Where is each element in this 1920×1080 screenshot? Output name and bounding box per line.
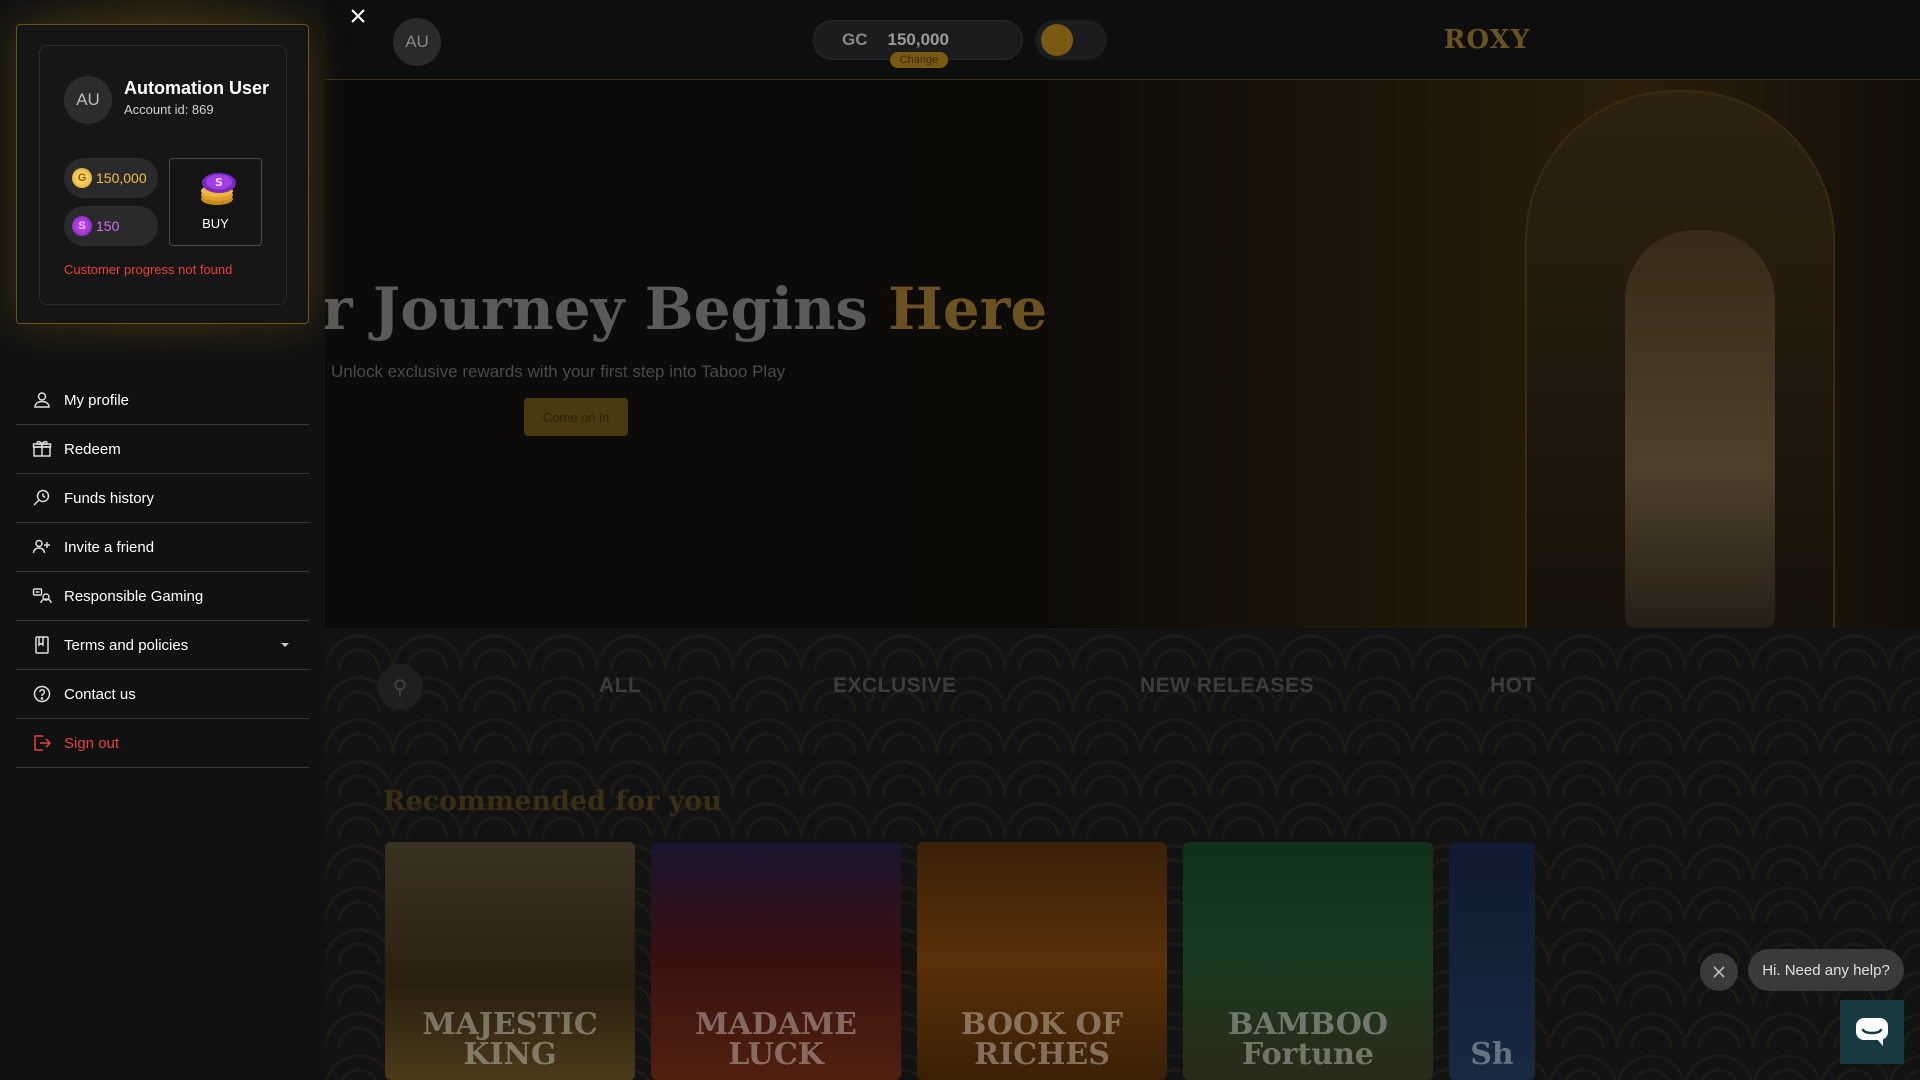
chat-launcher-button[interactable] <box>1840 1000 1904 1064</box>
progress-error-message: Customer progress not found <box>64 262 233 277</box>
menu-item-label: My profile <box>64 391 130 409</box>
come-on-in-button[interactable]: Come on in <box>524 398 628 436</box>
section-heading: Recommended for you <box>383 786 722 817</box>
help-circle-icon <box>33 685 51 703</box>
account-drawer: AU Automation User Account id: 869 G 150… <box>0 0 325 1080</box>
search-icon[interactable]: ⚲ <box>377 664 423 710</box>
game-card[interactable]: BOOK OF RICHES <box>917 842 1167 1080</box>
account-name: Automation User <box>124 78 270 98</box>
chat-icon <box>1856 1018 1888 1046</box>
hero-figure-art <box>1625 230 1775 628</box>
game-card[interactable]: MADAME LUCK <box>651 842 901 1080</box>
tab-all[interactable]: ALL <box>599 674 641 698</box>
close-icon <box>1713 966 1725 978</box>
sweep-coin-balance[interactable]: S 150 <box>64 206 158 246</box>
lobby-category-tabs: ⚲ ALL EXCLUSIVE NEW RELEASES HOT <box>325 664 1920 714</box>
close-icon[interactable] <box>346 4 370 28</box>
buy-label: BUY <box>202 216 229 231</box>
chevron-down-icon[interactable] <box>281 643 289 647</box>
hero-title: r Journey Begins Here <box>325 275 1047 343</box>
game-title: MADAME LUCK <box>695 1007 857 1072</box>
menu-item-label: Invite a friend <box>64 538 155 556</box>
menu-item-label: Responsible Gaming <box>64 587 204 605</box>
tab-hot[interactable]: HOT <box>1490 674 1536 698</box>
menu-item-responsible-gaming[interactable]: Responsible Gaming <box>16 572 309 621</box>
game-title: MAJESTIC KING <box>422 1007 598 1072</box>
responsible-gaming-icon <box>32 588 52 604</box>
game-title: Sh <box>1470 1037 1514 1072</box>
gift-icon <box>32 440 52 457</box>
account-menu: My profile Redeem Funds history Invite a… <box>16 376 309 768</box>
gold-coin-balance[interactable]: G 150,000 <box>64 158 158 198</box>
menu-item-contact-us[interactable]: Contact us <box>16 670 309 719</box>
header-coin-toggle[interactable] <box>1035 20 1107 60</box>
change-currency-button[interactable]: Change <box>890 52 948 68</box>
gold-coin-amount: 150,000 <box>96 170 147 186</box>
menu-item-terms-and-policies[interactable]: Terms and policies <box>16 621 309 670</box>
gold-coin-icon: G <box>72 168 92 188</box>
game-title: BAMBOO Fortune <box>1227 1007 1389 1072</box>
game-card[interactable]: BAMBOO Fortune <box>1183 842 1433 1080</box>
game-card[interactable]: MAJESTIC KING <box>385 842 635 1080</box>
buy-button[interactable]: S BUY <box>169 158 262 246</box>
hero-subtitle: Unlock exclusive rewards with your first… <box>331 362 786 381</box>
menu-item-label: Funds history <box>64 489 155 507</box>
tab-new-releases[interactable]: NEW RELEASES <box>1140 674 1314 698</box>
avatar: AU <box>64 76 112 124</box>
svg-text:S: S <box>215 176 223 189</box>
coin-icon <box>1041 24 1073 56</box>
game-card[interactable]: Sh <box>1449 842 1535 1080</box>
game-title: BOOK OF RICHES <box>960 1007 1124 1072</box>
site-logo[interactable]: ROXY <box>1432 18 1542 62</box>
tab-exclusive[interactable]: EXCLUSIVE <box>833 674 957 698</box>
menu-item-label: Sign out <box>64 734 120 752</box>
hero-title-main: r Journey Begins <box>325 275 889 343</box>
account-id: Account id: 869 <box>124 102 214 117</box>
hero-banner: r Journey Begins Here Unlock exclusive r… <box>325 80 1920 628</box>
menu-item-redeem[interactable]: Redeem <box>16 425 309 474</box>
menu-item-label: Redeem <box>64 440 121 458</box>
chat-greeting-bubble[interactable]: Hi. Need any help? <box>1748 949 1904 991</box>
menu-item-my-profile[interactable]: My profile <box>16 376 309 425</box>
history-search-icon <box>33 489 50 506</box>
sign-out-icon <box>34 735 52 751</box>
account-card: AU Automation User Account id: 869 G 150… <box>16 24 309 324</box>
document-icon <box>35 636 49 654</box>
menu-item-invite-a-friend[interactable]: Invite a friend <box>16 523 309 572</box>
balance-value: 150,000 <box>887 30 949 49</box>
menu-item-funds-history[interactable]: Funds history <box>16 474 309 523</box>
menu-item-sign-out[interactable]: Sign out <box>16 719 309 768</box>
user-icon <box>34 392 50 408</box>
game-lobby: ⚲ ALL EXCLUSIVE NEW RELEASES HOT Recomme… <box>325 628 1920 1080</box>
header-avatar[interactable]: AU <box>393 18 441 66</box>
hero-title-accent: Here <box>888 275 1048 343</box>
chat-dismiss-button[interactable] <box>1700 953 1738 991</box>
menu-item-label: Contact us <box>64 685 136 703</box>
sweep-coin-icon: S <box>72 216 92 236</box>
coin-stack-icon: S <box>201 173 236 205</box>
sweep-coin-amount: 150 <box>96 218 120 234</box>
menu-item-label: Terms and policies <box>64 636 189 654</box>
user-plus-icon <box>32 539 50 554</box>
account-summary: AU Automation User Account id: 869 G 150… <box>39 45 287 305</box>
balance-currency: GC <box>842 30 868 49</box>
